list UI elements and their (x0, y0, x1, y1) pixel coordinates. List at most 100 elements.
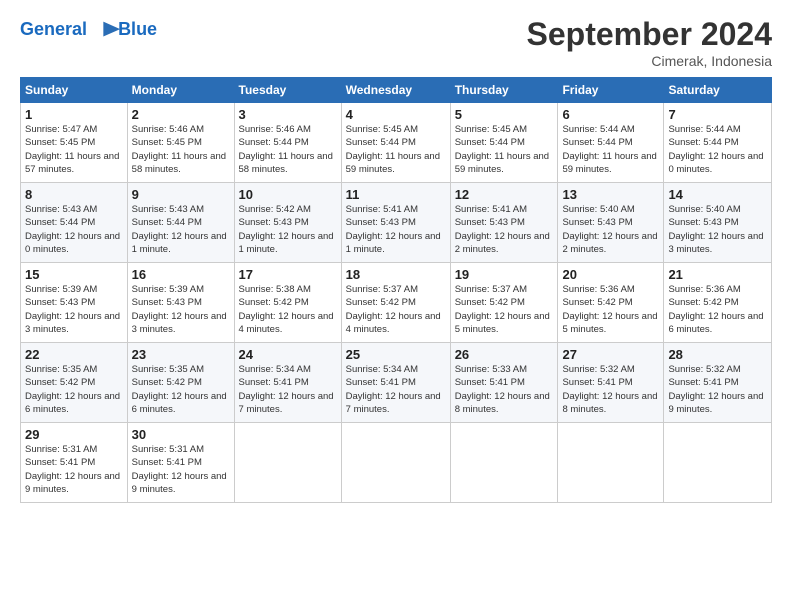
calendar-day-cell: 18 Sunrise: 5:37 AMSunset: 5:42 PMDaylig… (341, 263, 450, 343)
day-info: Sunrise: 5:41 AMSunset: 5:43 PMDaylight:… (455, 204, 550, 255)
day-number: 18 (346, 267, 446, 282)
calendar-day-header: Monday (127, 78, 234, 103)
day-info: Sunrise: 5:35 AMSunset: 5:42 PMDaylight:… (132, 364, 227, 415)
day-number: 14 (668, 187, 767, 202)
day-info: Sunrise: 5:46 AMSunset: 5:45 PMDaylight:… (132, 124, 226, 175)
calendar-day-cell: 23 Sunrise: 5:35 AMSunset: 5:42 PMDaylig… (127, 343, 234, 423)
day-info: Sunrise: 5:44 AMSunset: 5:44 PMDaylight:… (562, 124, 656, 175)
day-number: 25 (346, 347, 446, 362)
calendar-day-cell: 16 Sunrise: 5:39 AMSunset: 5:43 PMDaylig… (127, 263, 234, 343)
calendar-day-header: Wednesday (341, 78, 450, 103)
calendar-day-cell (450, 423, 558, 503)
day-number: 16 (132, 267, 230, 282)
calendar-header-row: SundayMondayTuesdayWednesdayThursdayFrid… (21, 78, 772, 103)
day-number: 21 (668, 267, 767, 282)
day-info: Sunrise: 5:32 AMSunset: 5:41 PMDaylight:… (668, 364, 763, 415)
day-info: Sunrise: 5:45 AMSunset: 5:44 PMDaylight:… (346, 124, 440, 175)
day-number: 27 (562, 347, 659, 362)
day-number: 7 (668, 107, 767, 122)
day-number: 8 (25, 187, 123, 202)
calendar-day-cell: 17 Sunrise: 5:38 AMSunset: 5:42 PMDaylig… (234, 263, 341, 343)
calendar-day-cell: 27 Sunrise: 5:32 AMSunset: 5:41 PMDaylig… (558, 343, 664, 423)
day-number: 17 (239, 267, 337, 282)
calendar-day-cell: 19 Sunrise: 5:37 AMSunset: 5:42 PMDaylig… (450, 263, 558, 343)
logo-blue: Blue (118, 20, 157, 40)
calendar-day-cell: 11 Sunrise: 5:41 AMSunset: 5:43 PMDaylig… (341, 183, 450, 263)
day-info: Sunrise: 5:39 AMSunset: 5:43 PMDaylight:… (132, 284, 227, 335)
calendar-day-cell (664, 423, 772, 503)
calendar-table: SundayMondayTuesdayWednesdayThursdayFrid… (20, 77, 772, 503)
month-title: September 2024 (527, 16, 772, 53)
calendar-day-header: Friday (558, 78, 664, 103)
day-info: Sunrise: 5:41 AMSunset: 5:43 PMDaylight:… (346, 204, 441, 255)
day-info: Sunrise: 5:31 AMSunset: 5:41 PMDaylight:… (25, 444, 120, 495)
day-number: 6 (562, 107, 659, 122)
calendar-day-cell: 29 Sunrise: 5:31 AMSunset: 5:41 PMDaylig… (21, 423, 128, 503)
day-info: Sunrise: 5:42 AMSunset: 5:43 PMDaylight:… (239, 204, 334, 255)
calendar-day-cell: 1 Sunrise: 5:47 AMSunset: 5:45 PMDayligh… (21, 103, 128, 183)
calendar-day-cell: 10 Sunrise: 5:42 AMSunset: 5:43 PMDaylig… (234, 183, 341, 263)
calendar-body: 1 Sunrise: 5:47 AMSunset: 5:45 PMDayligh… (21, 103, 772, 503)
day-info: Sunrise: 5:31 AMSunset: 5:41 PMDaylight:… (132, 444, 227, 495)
day-number: 23 (132, 347, 230, 362)
day-number: 22 (25, 347, 123, 362)
day-number: 24 (239, 347, 337, 362)
day-info: Sunrise: 5:37 AMSunset: 5:42 PMDaylight:… (346, 284, 441, 335)
page: General Blue September 2024 Cimerak, Ind… (0, 0, 792, 612)
calendar-day-cell: 25 Sunrise: 5:34 AMSunset: 5:41 PMDaylig… (341, 343, 450, 423)
calendar-day-cell: 8 Sunrise: 5:43 AMSunset: 5:44 PMDayligh… (21, 183, 128, 263)
day-info: Sunrise: 5:37 AMSunset: 5:42 PMDaylight:… (455, 284, 550, 335)
day-number: 3 (239, 107, 337, 122)
logo: General Blue (20, 16, 157, 44)
calendar-day-cell (341, 423, 450, 503)
day-info: Sunrise: 5:36 AMSunset: 5:42 PMDaylight:… (668, 284, 763, 335)
day-info: Sunrise: 5:40 AMSunset: 5:43 PMDaylight:… (668, 204, 763, 255)
calendar-day-cell: 30 Sunrise: 5:31 AMSunset: 5:41 PMDaylig… (127, 423, 234, 503)
day-number: 10 (239, 187, 337, 202)
calendar-week-row: 1 Sunrise: 5:47 AMSunset: 5:45 PMDayligh… (21, 103, 772, 183)
calendar-day-cell: 5 Sunrise: 5:45 AMSunset: 5:44 PMDayligh… (450, 103, 558, 183)
day-number: 1 (25, 107, 123, 122)
calendar-day-cell: 20 Sunrise: 5:36 AMSunset: 5:42 PMDaylig… (558, 263, 664, 343)
calendar-day-header: Tuesday (234, 78, 341, 103)
calendar-week-row: 8 Sunrise: 5:43 AMSunset: 5:44 PMDayligh… (21, 183, 772, 263)
calendar-day-cell: 14 Sunrise: 5:40 AMSunset: 5:43 PMDaylig… (664, 183, 772, 263)
calendar-day-cell: 3 Sunrise: 5:46 AMSunset: 5:44 PMDayligh… (234, 103, 341, 183)
calendar-day-cell: 13 Sunrise: 5:40 AMSunset: 5:43 PMDaylig… (558, 183, 664, 263)
day-info: Sunrise: 5:39 AMSunset: 5:43 PMDaylight:… (25, 284, 120, 335)
day-number: 12 (455, 187, 554, 202)
header: General Blue September 2024 Cimerak, Ind… (20, 16, 772, 69)
calendar-day-cell: 26 Sunrise: 5:33 AMSunset: 5:41 PMDaylig… (450, 343, 558, 423)
day-info: Sunrise: 5:43 AMSunset: 5:44 PMDaylight:… (132, 204, 227, 255)
calendar-day-header: Saturday (664, 78, 772, 103)
calendar-day-cell: 2 Sunrise: 5:46 AMSunset: 5:45 PMDayligh… (127, 103, 234, 183)
day-number: 13 (562, 187, 659, 202)
day-number: 28 (668, 347, 767, 362)
calendar-week-row: 15 Sunrise: 5:39 AMSunset: 5:43 PMDaylig… (21, 263, 772, 343)
day-number: 19 (455, 267, 554, 282)
calendar-day-cell: 22 Sunrise: 5:35 AMSunset: 5:42 PMDaylig… (21, 343, 128, 423)
day-number: 26 (455, 347, 554, 362)
title-block: September 2024 Cimerak, Indonesia (527, 16, 772, 69)
day-info: Sunrise: 5:46 AMSunset: 5:44 PMDaylight:… (239, 124, 333, 175)
day-number: 9 (132, 187, 230, 202)
day-info: Sunrise: 5:34 AMSunset: 5:41 PMDaylight:… (239, 364, 334, 415)
day-info: Sunrise: 5:44 AMSunset: 5:44 PMDaylight:… (668, 124, 763, 175)
calendar-day-cell (558, 423, 664, 503)
day-number: 4 (346, 107, 446, 122)
day-info: Sunrise: 5:35 AMSunset: 5:42 PMDaylight:… (25, 364, 120, 415)
day-number: 5 (455, 107, 554, 122)
day-info: Sunrise: 5:32 AMSunset: 5:41 PMDaylight:… (562, 364, 657, 415)
day-info: Sunrise: 5:45 AMSunset: 5:44 PMDaylight:… (455, 124, 549, 175)
day-info: Sunrise: 5:38 AMSunset: 5:42 PMDaylight:… (239, 284, 334, 335)
calendar-day-cell: 9 Sunrise: 5:43 AMSunset: 5:44 PMDayligh… (127, 183, 234, 263)
calendar-day-cell (234, 423, 341, 503)
calendar-day-header: Thursday (450, 78, 558, 103)
calendar-day-cell: 28 Sunrise: 5:32 AMSunset: 5:41 PMDaylig… (664, 343, 772, 423)
day-number: 15 (25, 267, 123, 282)
calendar-week-row: 22 Sunrise: 5:35 AMSunset: 5:42 PMDaylig… (21, 343, 772, 423)
day-info: Sunrise: 5:36 AMSunset: 5:42 PMDaylight:… (562, 284, 657, 335)
day-number: 30 (132, 427, 230, 442)
day-info: Sunrise: 5:33 AMSunset: 5:41 PMDaylight:… (455, 364, 550, 415)
calendar-day-cell: 21 Sunrise: 5:36 AMSunset: 5:42 PMDaylig… (664, 263, 772, 343)
